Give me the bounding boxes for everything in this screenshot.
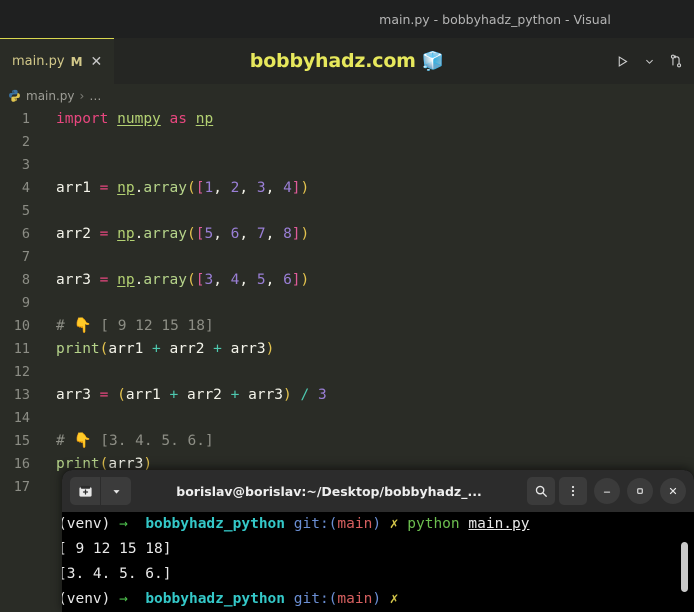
search-icon[interactable]	[527, 477, 555, 505]
code-text: arr2 = np.array([5, 6, 7, 8])	[56, 226, 310, 242]
ice-cube-icon: 🧊	[421, 50, 445, 72]
code-line[interactable]: 3	[0, 154, 694, 177]
code-line[interactable]: 14	[0, 407, 694, 430]
line-number: 6	[21, 226, 30, 242]
line-number: 17	[13, 479, 30, 495]
python-logo-icon	[8, 87, 21, 106]
line-number: 11	[13, 341, 30, 357]
close-icon[interactable]: ✕	[91, 55, 103, 69]
code-line[interactable]: 12	[0, 361, 694, 384]
line-number: 1	[21, 111, 30, 127]
breadcrumb-separator-icon: ›	[79, 89, 85, 103]
terminal-controls	[527, 477, 686, 505]
code-line[interactable]: 11 print(arr1 + arr2 + arr3)	[0, 338, 694, 361]
line-number: 7	[21, 249, 30, 265]
code-text: arr3 = (arr1 + arr2 + arr3) / 3	[56, 387, 327, 403]
line-number: 2	[21, 134, 30, 150]
close-button[interactable]	[660, 478, 686, 504]
line-number: 5	[21, 203, 30, 219]
line-number: 10	[13, 318, 30, 334]
tab-label: main.py	[12, 54, 65, 69]
code-text: print(arr1 + arr2 + arr3)	[56, 341, 275, 357]
run-options-chevron-down-icon[interactable]	[639, 51, 659, 71]
line-number: 12	[13, 364, 30, 380]
code-line[interactable]: 4 arr1 = np.array([1, 2, 3, 4])	[0, 177, 694, 200]
terminal-title-bar: borislav@borislav:~/Desktop/bobbyhadz_..…	[62, 470, 694, 512]
watermark-text: bobbyhadz.com	[249, 50, 416, 72]
terminal-line: [3. 4. 5. 6.]	[62, 566, 172, 582]
code-line[interactable]: 15 # 👇 [3. 4. 5. 6.]	[0, 430, 694, 453]
code-text: # 👇 [ 9 12 15 18]	[56, 318, 214, 334]
code-line[interactable]: 8 arr3 = np.array([3, 4, 5, 6])	[0, 269, 694, 292]
editor-actions	[612, 38, 686, 84]
code-line[interactable]: 13 arr3 = (arr1 + arr2 + arr3) / 3	[0, 384, 694, 407]
code-line[interactable]: 10 # 👇 [ 9 12 15 18]	[0, 315, 694, 338]
terminal-line: [ 9 12 15 18]	[62, 541, 172, 557]
code-text: arr1 = np.array([1, 2, 3, 4])	[56, 180, 310, 196]
editor-tab-strip: main.py M ✕ bobbyhadz.com 🧊	[0, 38, 694, 84]
code-text: arr3 = np.array([3, 4, 5, 6])	[56, 272, 310, 288]
new-tab-dropdown-icon[interactable]	[100, 477, 131, 505]
breadcrumb-file[interactable]: main.py	[26, 89, 75, 103]
code-line[interactable]: 1 import numpy as np	[0, 108, 694, 131]
code-text: # 👇 [3. 4. 5. 6.]	[56, 433, 214, 449]
line-number: 13	[13, 387, 30, 403]
line-number: 9	[21, 295, 30, 311]
code-text: import numpy as np	[56, 111, 214, 127]
line-number: 3	[21, 157, 30, 173]
menu-kebab-icon[interactable]	[559, 477, 587, 505]
line-number: 4	[21, 180, 30, 196]
code-line[interactable]: 2	[0, 131, 694, 154]
breadcrumb-ellipsis[interactable]: …	[89, 89, 101, 103]
new-tab-button[interactable]	[70, 477, 100, 505]
line-number: 15	[13, 433, 30, 449]
terminal-output[interactable]: (venv) → bobbyhadz_python git:(main) ✗ p…	[62, 512, 694, 612]
code-line[interactable]: 9	[0, 292, 694, 315]
window-title: main.py - bobbyhadz_python - Visual	[379, 11, 611, 27]
window-title-bar: main.py - bobbyhadz_python - Visual	[0, 0, 694, 38]
terminal-line: (venv) → bobbyhadz_python git:(main) ✗	[62, 591, 399, 607]
code-line[interactable]: 7	[0, 246, 694, 269]
code-line[interactable]: 6 arr2 = np.array([5, 6, 7, 8])	[0, 223, 694, 246]
maximize-button[interactable]	[627, 478, 653, 504]
run-python-file-button[interactable]	[612, 51, 632, 71]
split-editor-right-icon[interactable]	[666, 51, 686, 71]
minimize-button[interactable]	[594, 478, 620, 504]
line-number: 16	[13, 456, 30, 472]
terminal-line: (venv) → bobbyhadz_python git:(main) ✗ p…	[62, 516, 530, 532]
tab-main-py[interactable]: main.py M ✕	[0, 38, 114, 84]
terminal-window[interactable]: borislav@borislav:~/Desktop/bobbyhadz_..…	[62, 470, 694, 612]
breadcrumb[interactable]: main.py › …	[0, 84, 694, 108]
terminal-scrollbar[interactable]	[681, 542, 688, 592]
line-number: 8	[21, 272, 30, 288]
tab-modified-badge: M	[70, 54, 83, 69]
terminal-title: borislav@borislav:~/Desktop/bobbyhadz_..…	[176, 483, 482, 499]
line-number: 14	[13, 410, 30, 426]
code-line[interactable]: 5	[0, 200, 694, 223]
